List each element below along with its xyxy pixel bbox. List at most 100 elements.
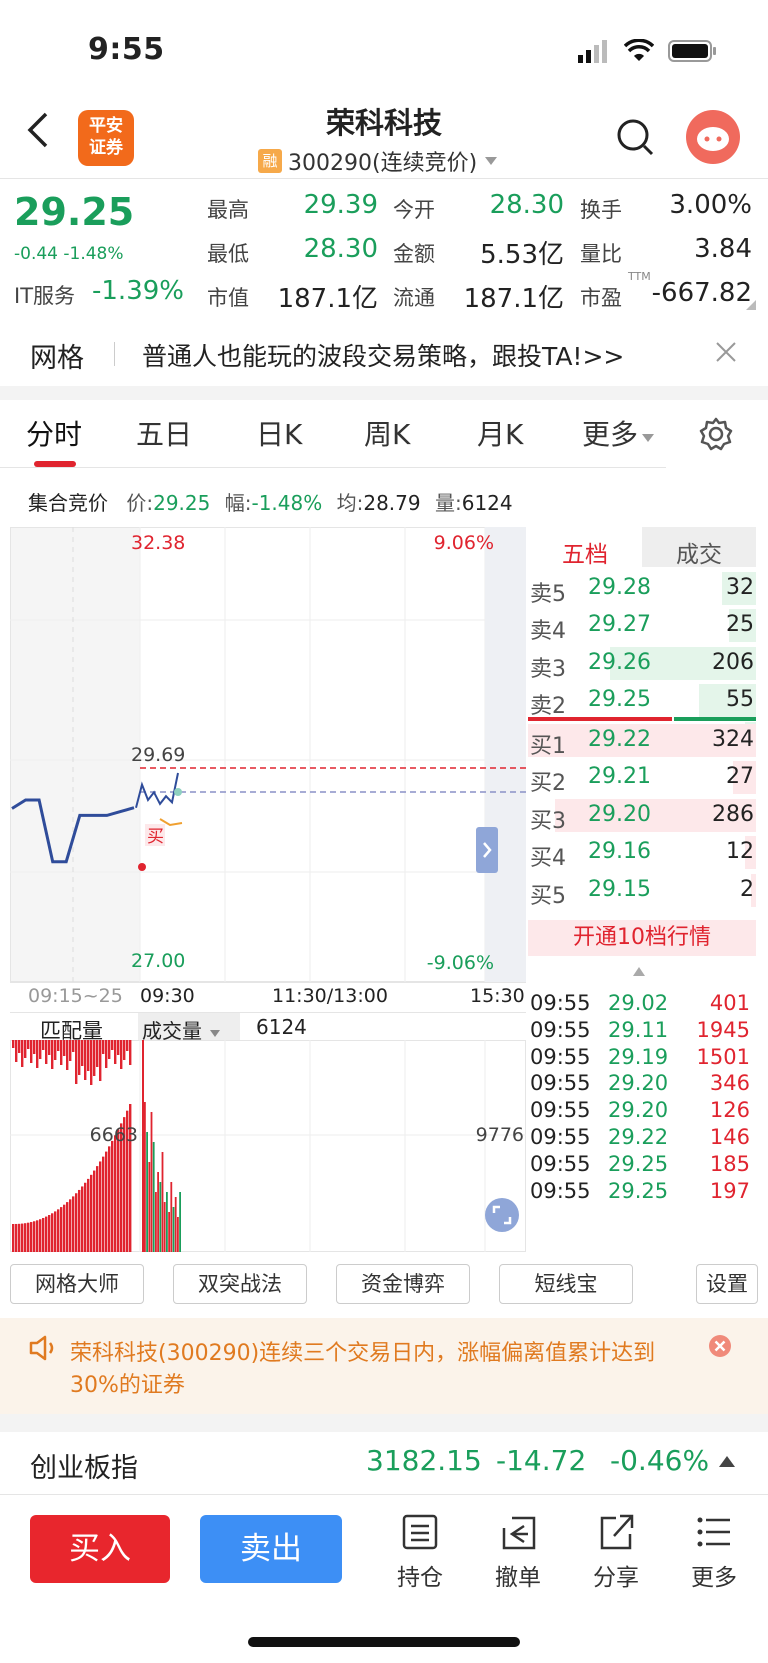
matched-volume-bar [36,1220,39,1252]
capital-game-button[interactable]: 资金博弈 [336,1264,470,1304]
matched-volume-bar [48,1215,51,1252]
trade-price: 29.11 [608,1017,669,1042]
matched-volume-bar [18,1223,21,1252]
unmatched-volume-bar [48,1040,51,1055]
unmatched-volume-bar [42,1040,45,1050]
bid-row[interactable]: 买3 29.20 286 [528,797,756,834]
info-price: 29.25 [153,491,211,515]
tab-five-levels-label: 五档 [562,542,608,568]
trade-volume: 126 [709,1098,750,1123]
matched-volume-bar [39,1219,42,1252]
holdings-button[interactable]: 持仓 [380,1512,460,1592]
matched-volume-bar [63,1204,66,1252]
assistant-avatar[interactable] [686,110,740,164]
index-name[interactable]: 创业板指 [30,1446,138,1485]
intraday-chart[interactable]: 买 32.38 29.69 27.00 9.06% -9.06% [10,527,526,982]
matched-volume-bar [108,1146,111,1252]
index-pct: -0.46% [610,1444,710,1477]
expand-panel-button[interactable] [476,827,498,873]
trade-price: 29.02 [608,991,669,1015]
unmatched-volume-bar [90,1040,93,1085]
bid-row[interactable]: 买2 29.21 27 [528,759,756,796]
tab-daily-k[interactable]: 日K [256,413,302,453]
close-warning-icon[interactable] [708,1334,732,1358]
bid-row[interactable]: 买1 29.22 324 [528,722,756,759]
caret-down-icon [485,157,498,165]
caret-down-icon [210,1030,221,1037]
matched-volume-bar [72,1196,75,1252]
short-term-button[interactable]: 短线宝 [499,1264,633,1304]
ask-row[interactable]: 卖3 29.26 206 [528,645,756,682]
speaker-icon [29,1335,54,1361]
tab-five-day[interactable]: 五日 [136,413,192,453]
level-label: 买2 [530,771,566,797]
stat-label: 市值 [207,286,249,310]
tab-monthly-k[interactable]: 月K [477,413,523,453]
trade-volume-bar [179,1192,181,1252]
upgrade-ten-levels-button[interactable]: 开通10档行情 [528,920,756,956]
tab-intraday[interactable]: 分时 [26,413,82,453]
bid-row[interactable]: 买4 29.16 12 [528,834,756,871]
matched-volume-bar [60,1207,63,1252]
expand-up-icon[interactable] [718,1454,736,1468]
sell-button[interactable]: 卖出 [200,1515,342,1583]
x-label-midday: 11:30/13:00 [272,985,388,1007]
matched-volume-bar [30,1222,33,1252]
ask-row[interactable]: 卖2 29.25 55 [528,682,756,719]
matched-volume-bar [114,1135,117,1252]
trade-volume-bar [146,1132,148,1252]
tools-settings-button[interactable]: 设置 [696,1264,758,1304]
bid-ask-divider-green [674,717,756,721]
trade-volume: 1945 [696,1017,750,1042]
matched-volume-bar [87,1178,90,1252]
price-label: 价: [126,491,154,515]
buy-button[interactable]: 买入 [30,1515,170,1583]
banner-text: 普通人也能玩的波段交易策略，跟投TA!>> [142,342,625,371]
close-icon[interactable] [714,340,738,364]
tab-more[interactable]: 更多 [582,413,656,453]
promo-banner[interactable]: 网格 普通人也能玩的波段交易策略，跟投TA!>> [0,320,768,386]
stock-code: 300290(连续竞价) [288,151,478,176]
share-button[interactable]: 分享 [576,1512,656,1592]
search-button[interactable] [614,116,658,160]
stat-label: 换手 [580,198,622,222]
menu-icon [697,1517,730,1547]
ask-row[interactable]: 卖5 29.28 32 [528,570,756,607]
tab-weekly-k[interactable]: 周K [364,413,410,453]
expand-corner-icon[interactable] [746,300,756,310]
risk-warning-text: 荣科科技(300290)连续三个交易日内，涨幅偏离值累计达到30%的证券 [70,1341,656,1398]
more-button[interactable]: 更多 [674,1512,754,1592]
matched-volume-bar [93,1170,96,1252]
bid-row[interactable]: 买5 29.15 2 [528,872,756,909]
trade-volume-bar [148,1162,151,1252]
unmatched-volume-bar [66,1040,69,1070]
level-volume: 27 [726,764,754,790]
stat-label: 量比 [580,242,622,266]
tab-five-levels[interactable]: 五档 [528,527,642,568]
level-price: 29.25 [588,687,651,713]
double-breakout-button[interactable]: 双突战法 [173,1264,307,1304]
unmatched-volume-bar [18,1040,21,1053]
level-price: 29.15 [588,876,651,902]
more-label: 更多 [691,1565,737,1591]
sector-name[interactable]: IT服务 [14,280,75,310]
ask-row[interactable]: 卖4 29.27 25 [528,607,756,644]
stock-subtitle[interactable]: 融 300290(连续竞价) [258,145,499,177]
caret-down-icon [642,434,655,442]
fullscreen-button[interactable] [485,1198,519,1232]
cancel-order-button[interactable]: 撤单 [478,1512,558,1592]
unmatched-volume-bar [99,1040,102,1081]
volume-selector[interactable]: 成交量 [138,1013,240,1043]
scroll-up-icon[interactable] [632,965,646,977]
tabs-divider [0,467,666,468]
tab-trades[interactable]: 成交 [642,527,756,568]
vol-left-max: 6663 [90,1124,138,1146]
unmatched-volume-bar [129,1040,132,1065]
unmatched-volume-bar [114,1040,117,1064]
unmatched-volume-bar [36,1040,39,1068]
grid-master-button[interactable]: 网格大师 [10,1264,144,1304]
unmatched-volume-bar [21,1040,24,1067]
trade-volume-bar [150,1112,153,1252]
status-icons [576,36,718,66]
settings-gear-icon[interactable] [698,416,734,452]
